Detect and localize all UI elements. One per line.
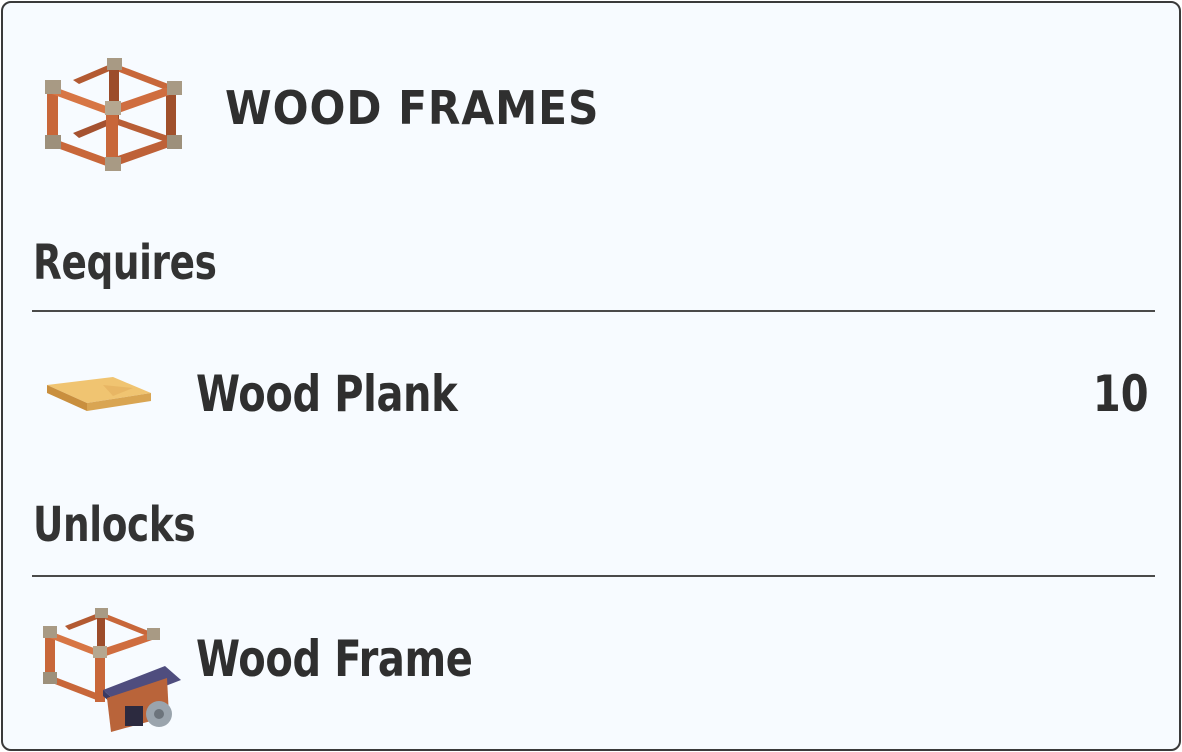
- unlocks-divider: [32, 575, 1155, 577]
- recipe-card: WOOD FRAMES Requires Wood Plank 10 Unloc…: [1, 1, 1181, 751]
- list-item-label: Wood Frame: [196, 630, 473, 688]
- page-title: WOOD FRAMES: [225, 81, 600, 135]
- requires-divider: [32, 310, 1155, 312]
- unlocks-heading: Unlocks: [33, 497, 196, 553]
- list-item-quantity: 10: [1093, 365, 1149, 423]
- card-header: WOOD FRAMES: [3, 3, 1179, 223]
- wood-frames-icon: [45, 58, 182, 171]
- requires-heading: Requires: [33, 235, 217, 291]
- list-item-label: Wood Plank: [196, 365, 458, 423]
- wood-frame-building-icon: [43, 608, 181, 732]
- wood-plank-icon: [47, 377, 151, 411]
